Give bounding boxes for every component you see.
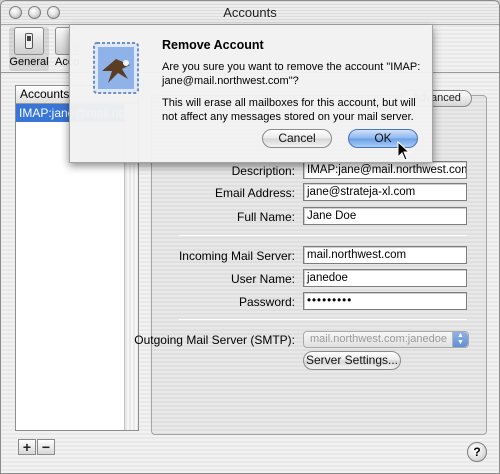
accounts-window: Accounts General Accounts Accounts IMAP:…: [0, 0, 500, 474]
remove-account-button[interactable]: −: [37, 439, 55, 455]
arrow-cursor-icon: [397, 141, 411, 161]
light-switch-icon: [14, 27, 44, 55]
dialog-message-line2: jane@mail.northwest.com"?: [162, 75, 299, 87]
server-settings-button[interactable]: Server Settings...: [303, 351, 401, 370]
popup-arrows-icon: ▲ ▼: [452, 332, 468, 347]
window-title: Accounts: [223, 5, 277, 20]
dialog-info-line2: not affect any messages stored on your m…: [162, 111, 414, 123]
separator: [179, 235, 467, 236]
add-account-button[interactable]: +: [18, 439, 36, 455]
smtp-server-value: mail.northwest.com:janedoe: [310, 333, 447, 345]
dialog-message-line1: Are you sure you want to remove the acco…: [162, 61, 421, 73]
incoming-server-label: Incoming Mail Server:: [178, 249, 295, 263]
dialog-title: Remove Account: [162, 38, 264, 52]
description-field[interactable]: IMAP:jane@mail.northwest.com: [303, 161, 467, 179]
description-label: Description:: [231, 164, 295, 178]
password-label: Password:: [238, 295, 295, 309]
full-name-label: Full Name:: [236, 210, 295, 224]
user-name-label: User Name:: [230, 272, 295, 286]
separator: [179, 319, 467, 320]
remove-account-dialog: Remove Account Are you sure you want to …: [69, 25, 433, 163]
mail-stamp-eagle-icon: [93, 42, 139, 94]
dialog-info-line1: This will erase all mailboxes for this a…: [162, 97, 416, 109]
email-label: Email Address:: [214, 186, 295, 200]
user-name-field[interactable]: janedoe: [303, 269, 467, 287]
password-field[interactable]: •••••••••: [303, 292, 467, 310]
toolbar-general[interactable]: General: [9, 27, 49, 71]
email-field[interactable]: jane@strateja-xl.com: [303, 183, 467, 201]
title-bar[interactable]: Accounts: [1, 1, 499, 25]
smtp-label: Outgoing Mail Server (SMTP):: [134, 333, 295, 347]
smtp-server-popup[interactable]: mail.northwest.com:janedoe ▲ ▼: [303, 331, 469, 348]
incoming-server-field[interactable]: mail.northwest.com: [303, 246, 467, 264]
full-name-field[interactable]: Jane Doe: [303, 207, 467, 225]
help-button[interactable]: ?: [467, 442, 487, 462]
cancel-button[interactable]: Cancel: [262, 129, 332, 148]
toolbar-general-label: General: [9, 56, 49, 68]
